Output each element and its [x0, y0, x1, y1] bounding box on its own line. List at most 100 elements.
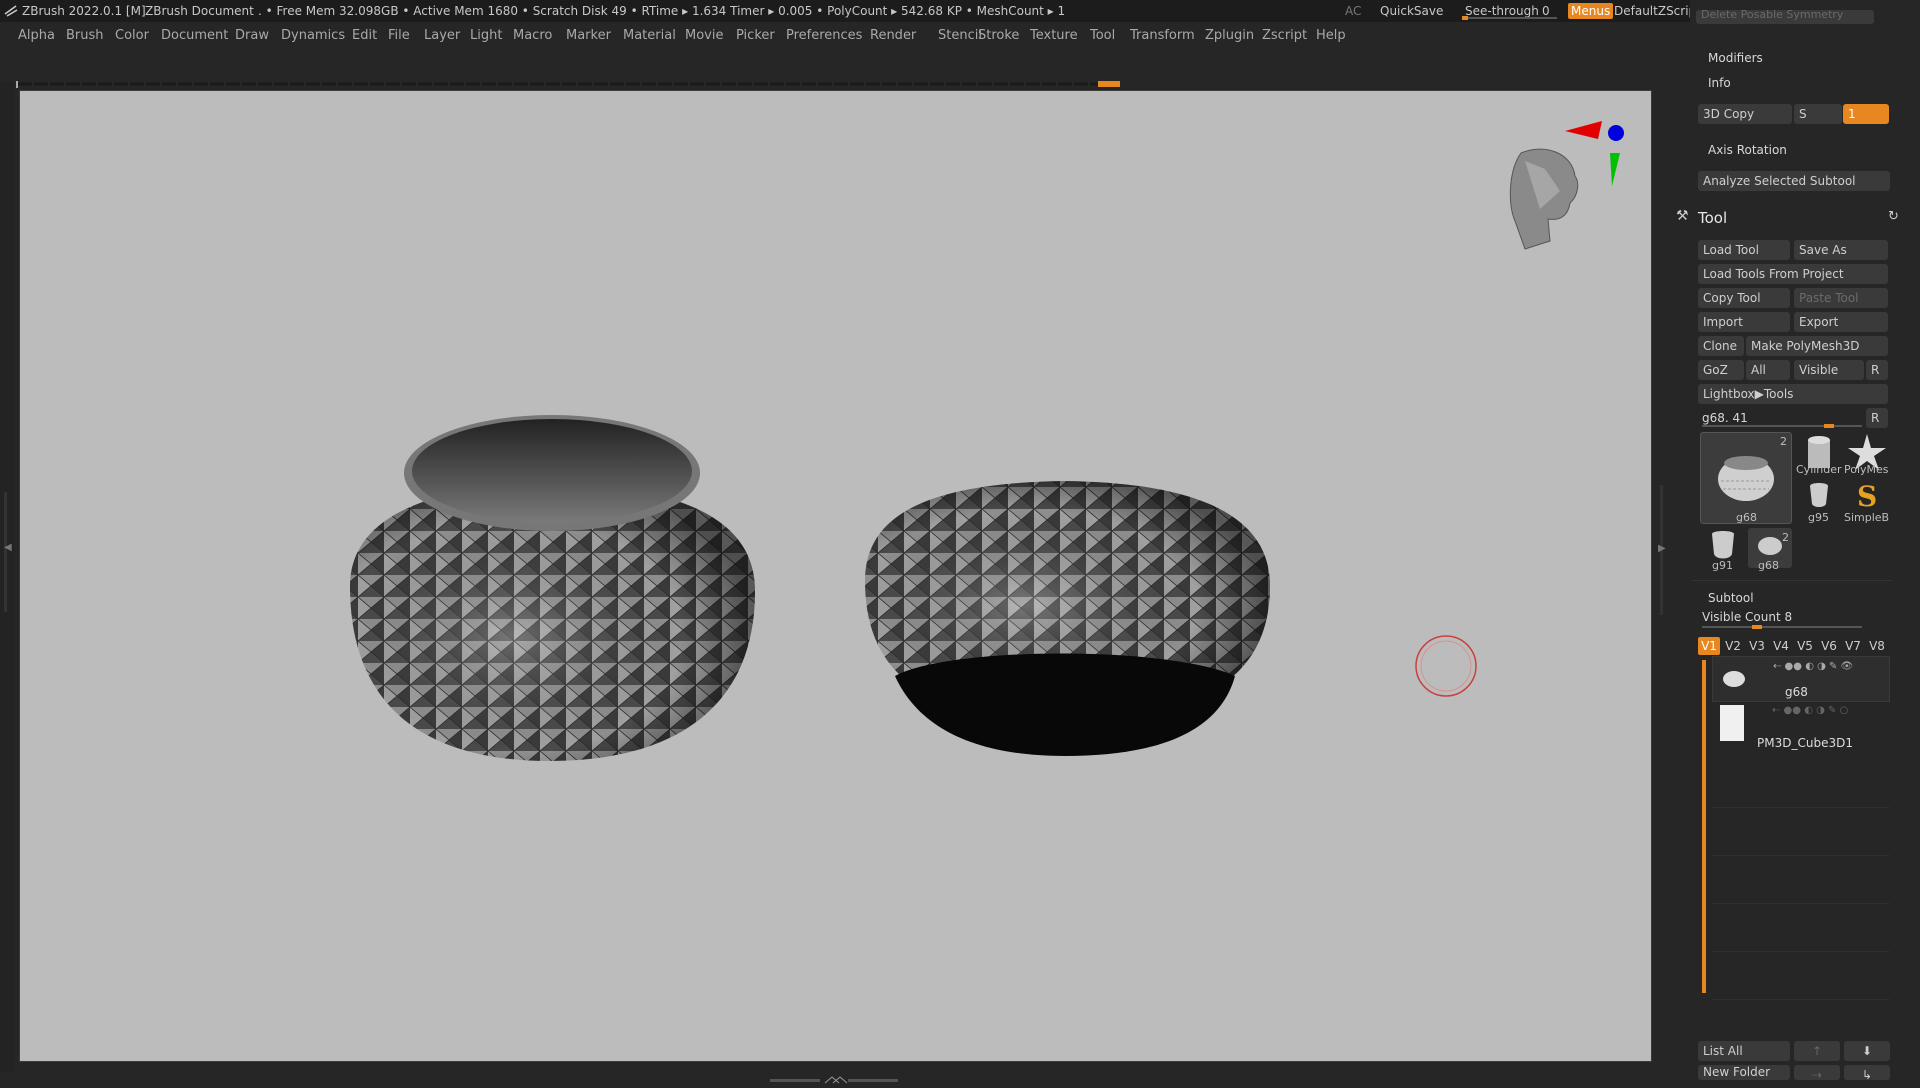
vis-tab-v5[interactable]: V5 [1794, 637, 1816, 655]
menu-macro[interactable]: Macro [513, 28, 552, 43]
load-tools-from-project-button[interactable]: Load Tools From Project [1698, 264, 1888, 284]
vis-tab-v7[interactable]: V7 [1842, 637, 1864, 655]
folder-action-icon[interactable]: ⇢ [1794, 1065, 1840, 1080]
subtool-g68-thumb-icon [1723, 671, 1745, 687]
menu-zplugin[interactable]: Zplugin [1205, 28, 1254, 43]
tool-thumb-g68-count: 2 [1780, 435, 1787, 448]
make-polymesh3d-button[interactable]: Make PolyMesh3D [1746, 336, 1888, 356]
bottom-tray-handle[interactable] [770, 1069, 900, 1084]
menu-color[interactable]: Color [115, 28, 149, 43]
menu-picker[interactable]: Picker [736, 28, 775, 43]
s-label[interactable]: S [1794, 104, 1842, 124]
menu-zscript[interactable]: Zscript [1262, 28, 1307, 43]
save-as-button[interactable]: Save As [1794, 240, 1888, 260]
menu-texture[interactable]: Texture [1030, 28, 1078, 43]
menu-help[interactable]: Help [1316, 28, 1346, 43]
menu-dynamics[interactable]: Dynamics [281, 28, 345, 43]
tray-arrow-right-icon: ▶ [1658, 543, 1666, 554]
vis-tab-v1[interactable]: V1 [1698, 637, 1720, 655]
delete-posable-symmetry-button[interactable]: Delete Posable Symmetry [1696, 10, 1874, 24]
goz-r-button[interactable]: R [1866, 360, 1888, 380]
move-down-icon[interactable]: ⬇ [1844, 1041, 1890, 1061]
vis-tab-v2[interactable]: V2 [1722, 637, 1744, 655]
menu-light[interactable]: Light [470, 28, 502, 43]
subtool-row-g68[interactable]: ⇠ ●● ◐ ◑ ✎ 👁 g68 [1712, 656, 1890, 702]
current-tool-slider-knob[interactable] [1824, 424, 1834, 428]
quicksave-button[interactable]: QuickSave [1380, 0, 1443, 22]
menu-draw[interactable]: Draw [235, 28, 269, 43]
goz-button[interactable]: GoZ [1698, 360, 1744, 380]
tool-thumb-simplebrush[interactable]: S [1844, 480, 1890, 513]
app-title: ZBrush 2022.0.1 [M] [22, 4, 146, 18]
default-zscript-button[interactable]: DefaultZScript [1614, 0, 1701, 22]
visible-count-slider[interactable] [1702, 626, 1862, 628]
menu-document[interactable]: Document [161, 28, 228, 43]
subtool-scrollbar[interactable] [1702, 660, 1706, 993]
current-tool-r-button[interactable]: R [1866, 408, 1888, 428]
subtool-g68-name: g68 [1785, 685, 1808, 699]
menu-alpha[interactable]: Alpha [18, 28, 55, 43]
s-value-field[interactable]: 1 [1843, 104, 1889, 124]
tool-thumb-g95[interactable] [1796, 480, 1842, 510]
vis-tab-v4[interactable]: V4 [1770, 637, 1792, 655]
canvas-viewport[interactable] [19, 90, 1652, 1062]
copy-tool-button[interactable]: Copy Tool [1698, 288, 1790, 308]
move-up-icon[interactable]: ↑ [1794, 1041, 1840, 1061]
visible-count-knob[interactable] [1752, 625, 1762, 629]
visible-count-label[interactable]: Visible Count 8 [1702, 610, 1792, 624]
menu-file[interactable]: File [388, 28, 410, 43]
see-through-slider[interactable] [1462, 17, 1557, 19]
info-header[interactable]: Info [1708, 76, 1731, 90]
axis-rotation-header[interactable]: Axis Rotation [1708, 143, 1787, 157]
tray-arrow-icon[interactable]: ◀ [4, 542, 12, 553]
analyze-subtool-button[interactable]: Analyze Selected Subtool [1698, 171, 1890, 191]
menu-material[interactable]: Material [623, 28, 676, 43]
menu-stencil[interactable]: Stencil [938, 28, 982, 43]
right-tray-handle[interactable]: ▶ [1658, 485, 1666, 615]
left-tray[interactable]: ◀ [0, 82, 14, 1072]
menu-preferences[interactable]: Preferences [786, 28, 862, 43]
menu-stroke[interactable]: Stroke [978, 28, 1019, 43]
modifiers-header[interactable]: Modifiers [1708, 51, 1763, 65]
subtool-row-pm3d[interactable]: ⇠ ●● ◐ ◑ ✎ ○ PM3D_Cube3D1 [1712, 703, 1890, 753]
menu-edit[interactable]: Edit [352, 28, 377, 43]
goz-all-button[interactable]: All [1746, 360, 1790, 380]
menu-transform[interactable]: Transform [1130, 28, 1195, 43]
menu-bar: Alpha Brush Color Document Draw Dynamics Edit F… [0, 22, 1920, 52]
ac-label[interactable]: AC [1345, 0, 1361, 22]
copy-3d-button[interactable]: 3D Copy [1698, 104, 1792, 124]
vis-tab-v8[interactable]: V8 [1866, 637, 1888, 655]
refresh-icon[interactable]: ↻ [1888, 209, 1899, 224]
current-tool-slider-label[interactable]: g68. 41 [1702, 411, 1748, 425]
menus-button[interactable]: Menus [1568, 3, 1614, 19]
vis-tab-v6[interactable]: V6 [1818, 637, 1840, 655]
see-through-knob[interactable] [1462, 16, 1468, 20]
current-tool-slider[interactable] [1702, 425, 1862, 427]
lightbox-tools-button[interactable]: Lightbox▶Tools [1698, 384, 1888, 404]
subtool-row2-icons[interactable]: ⇠ ●● ◐ ◑ ✎ ○ [1772, 705, 1848, 716]
menu-tool[interactable]: Tool [1090, 28, 1115, 43]
menu-marker[interactable]: Marker [566, 28, 611, 43]
timeline-ruler[interactable] [0, 73, 1660, 88]
export-button[interactable]: Export [1794, 312, 1888, 332]
title-bar: ZBrush 2022.0.1 [M] ZBrush Document . • … [0, 0, 1920, 22]
menu-movie[interactable]: Movie [685, 28, 723, 43]
tool-title[interactable]: Tool [1698, 209, 1727, 227]
subtool-row-icons[interactable]: ⇠ ●● ◐ ◑ ✎ 👁 [1773, 661, 1853, 672]
subtool-header[interactable]: Subtool [1708, 591, 1754, 605]
list-all-button[interactable]: List All [1698, 1041, 1790, 1061]
subtool-empty-rows [1712, 760, 1890, 1030]
load-tool-button[interactable]: Load Tool [1698, 240, 1790, 260]
new-folder-button[interactable]: New Folder [1698, 1065, 1790, 1080]
vis-tab-v3[interactable]: V3 [1746, 637, 1768, 655]
clone-button[interactable]: Clone [1698, 336, 1744, 356]
goz-visible-button[interactable]: Visible [1794, 360, 1864, 380]
tool-thumb-g91-label: g91 [1712, 559, 1733, 572]
import-button[interactable]: Import [1698, 312, 1790, 332]
menu-brush[interactable]: Brush [66, 28, 104, 43]
menu-layer[interactable]: Layer [424, 28, 460, 43]
folder-action2-icon[interactable]: ↳ [1844, 1065, 1890, 1080]
paste-tool-button[interactable]: Paste Tool [1794, 288, 1888, 308]
svg-text:S: S [1857, 480, 1877, 510]
menu-render[interactable]: Render [870, 28, 916, 43]
